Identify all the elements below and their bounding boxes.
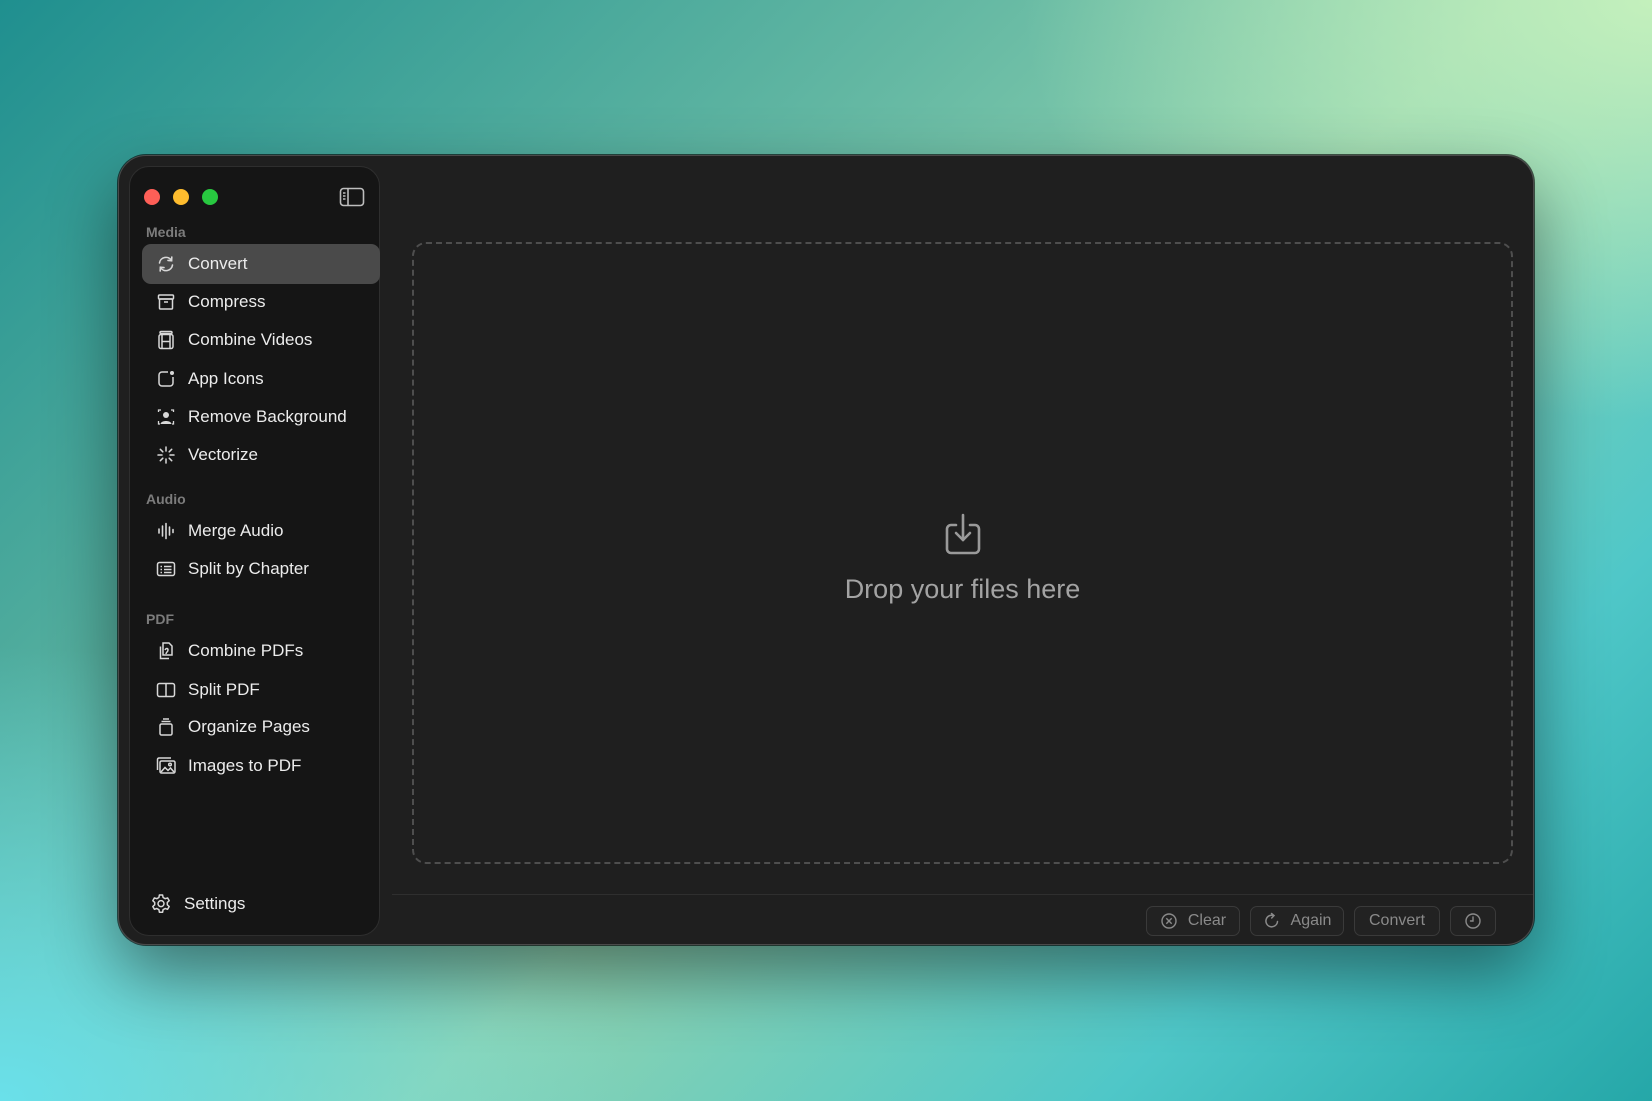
- clear-button[interactable]: Clear: [1146, 906, 1240, 936]
- redo-arrow-icon: [1264, 912, 1278, 928]
- sidebar-item-label: Combine Videos: [188, 330, 313, 349]
- sidebar-item-label: Images to PDF: [188, 756, 302, 775]
- dropzone-text: Drop your files here: [844, 574, 1081, 604]
- footer-divider: [392, 894, 1533, 895]
- again-label: Again: [1290, 912, 1332, 929]
- close-window-button[interactable]: [144, 189, 160, 205]
- clock-icon: [1465, 913, 1481, 929]
- sidebar-item-combine-videos[interactable]: Combine Videos: [142, 320, 380, 360]
- split-rectangle-icon: [156, 680, 176, 700]
- again-button[interactable]: Again: [1250, 906, 1344, 936]
- convert-button[interactable]: Convert: [1354, 906, 1440, 936]
- sidebar-item-split-pdf[interactable]: Split PDF: [142, 670, 380, 710]
- x-circle-icon: [1161, 913, 1177, 929]
- sidebar-item-label: Compress: [188, 292, 266, 311]
- sidebar-item-label: Remove Background: [188, 407, 347, 426]
- sidebar-item-vectorize[interactable]: Vectorize: [142, 435, 380, 475]
- sidebar-item-app-icons[interactable]: App Icons: [142, 359, 380, 399]
- archive-box-icon: [156, 292, 176, 312]
- sidebar-toggle-icon[interactable]: [339, 187, 365, 207]
- window-controls: [144, 189, 218, 205]
- waveform-icon: [156, 521, 176, 541]
- sidebar-item-label: Merge Audio: [188, 521, 284, 540]
- zoom-window-button[interactable]: [202, 189, 218, 205]
- list-rectangle-icon: [156, 559, 176, 579]
- minimize-window-button[interactable]: [173, 189, 189, 205]
- sidebar-item-label: Split PDF: [188, 680, 260, 699]
- sidebar-item-label: App Icons: [188, 369, 264, 388]
- sidebar-item-merge-audio[interactable]: Merge Audio: [142, 511, 380, 551]
- sparkle-burst-icon: [156, 445, 176, 465]
- tray-download-icon: [943, 512, 983, 556]
- film-stack-icon: [156, 330, 176, 350]
- sidebar-item-split-by-chapter[interactable]: Split by Chapter: [142, 549, 380, 589]
- arrows-circle-icon: [156, 254, 176, 274]
- file-dropzone[interactable]: Drop your files here: [412, 242, 1513, 864]
- photo-stack-icon: [156, 756, 176, 776]
- sidebar-item-label: Convert: [188, 254, 248, 273]
- section-label-audio: Audio: [146, 491, 186, 507]
- section-label-pdf: PDF: [146, 611, 174, 627]
- sidebar-item-organize-pages[interactable]: Organize Pages: [142, 707, 380, 747]
- sidebar-item-remove-background[interactable]: Remove Background: [142, 397, 380, 437]
- sidebar-item-label: Combine PDFs: [188, 641, 304, 660]
- sidebar-item-label: Split by Chapter: [188, 559, 309, 578]
- app-badge-icon: [156, 369, 176, 389]
- sidebar-item-images-to-pdf[interactable]: Images to PDF: [142, 746, 380, 786]
- sidebar-item-combine-pdfs[interactable]: Combine PDFs: [142, 631, 380, 671]
- sidebar-item-label: Organize Pages: [188, 717, 310, 736]
- sidebar-item-label: Vectorize: [188, 445, 258, 464]
- settings-button[interactable]: Settings: [150, 893, 245, 915]
- settings-label: Settings: [184, 894, 246, 913]
- gear-icon: [150, 893, 172, 915]
- documents-stack-icon: [156, 641, 176, 661]
- sidebar: Media Convert Compress Combine Videos Ap…: [129, 166, 380, 936]
- clear-label: Clear: [1187, 912, 1227, 929]
- section-label-media: Media: [146, 224, 186, 240]
- sidebar-item-compress[interactable]: Compress: [142, 282, 380, 322]
- app-window: Media Convert Compress Combine Videos Ap…: [118, 155, 1534, 945]
- person-cutout-icon: [156, 407, 176, 427]
- sidebar-item-convert[interactable]: Convert: [142, 244, 380, 284]
- convert-label: Convert: [1368, 912, 1426, 929]
- history-button[interactable]: [1450, 906, 1496, 936]
- pages-stack-icon: [156, 717, 176, 737]
